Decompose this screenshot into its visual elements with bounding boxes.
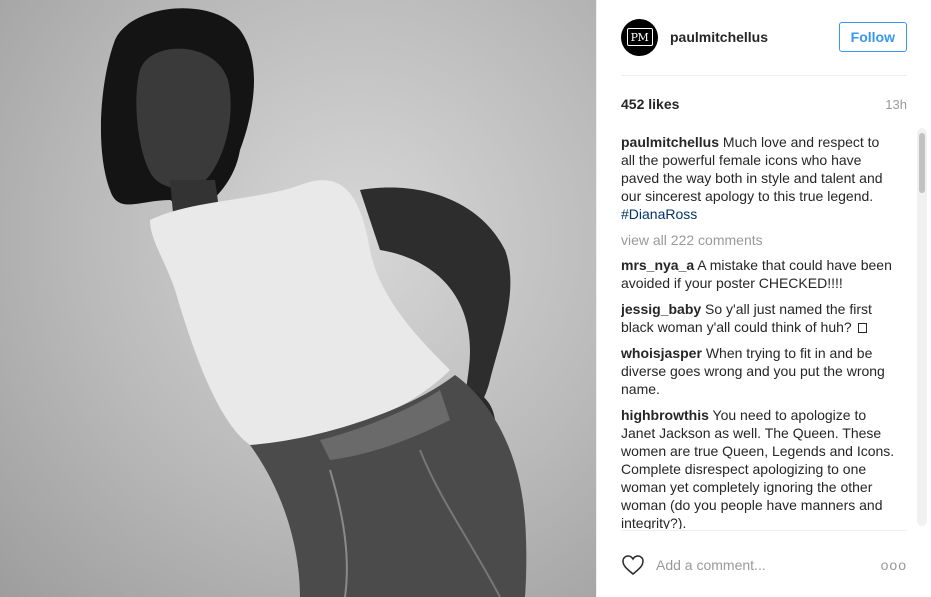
- avatar[interactable]: PM: [621, 18, 658, 56]
- list-item: whoisjasper When trying to fit in and be…: [621, 344, 897, 398]
- comment-footer: Add a comment... ooo: [621, 547, 907, 583]
- missing-emoji-icon: [857, 323, 867, 333]
- comment-text: You need to apologize to Janet Jackson a…: [621, 407, 895, 529]
- comment-username[interactable]: jessig_baby: [621, 301, 701, 317]
- list-item: jessig_baby So y'all just named the firs…: [621, 300, 897, 336]
- list-item: highbrowthis You need to apologize to Ja…: [621, 406, 897, 529]
- photo-illustration: [100, 8, 527, 597]
- follow-button[interactable]: Follow: [838, 22, 907, 52]
- likes-count[interactable]: 452 likes: [621, 96, 679, 112]
- post-photo[interactable]: [0, 0, 596, 597]
- comments-list: paulmitchellus Much love and respect to …: [621, 133, 897, 529]
- footer-divider: [621, 530, 907, 531]
- post-time[interactable]: 13h: [885, 97, 907, 112]
- caption-hashtag[interactable]: #DianaRoss: [621, 206, 697, 222]
- more-options-icon[interactable]: ooo: [881, 557, 907, 573]
- list-item: mrs_nya_a A mistake that could have been…: [621, 256, 897, 292]
- caption-username[interactable]: paulmitchellus: [621, 134, 719, 150]
- comment-username[interactable]: whoisjasper: [621, 345, 702, 361]
- add-comment-input[interactable]: Add a comment...: [656, 557, 881, 573]
- heart-icon[interactable]: [621, 554, 645, 576]
- post-details-panel: PM paulmitchellus Follow 452 likes 13h p…: [596, 0, 931, 597]
- scrollbar-thumb[interactable]: [919, 133, 925, 193]
- header-divider: [621, 75, 907, 76]
- view-all-comments-link[interactable]: view all 222 comments: [621, 231, 897, 249]
- likes-row: 452 likes 13h: [621, 94, 907, 114]
- post-header: PM paulmitchellus Follow: [621, 17, 907, 57]
- avatar-logo-text: PM: [630, 30, 649, 44]
- header-username[interactable]: paulmitchellus: [670, 29, 839, 45]
- avatar-logo-frame: PM: [626, 28, 653, 46]
- comments-scrollbar[interactable]: [917, 128, 927, 526]
- comment-username[interactable]: highbrowthis: [621, 407, 709, 423]
- comment-username[interactable]: mrs_nya_a: [621, 257, 694, 273]
- caption: paulmitchellus Much love and respect to …: [621, 133, 897, 223]
